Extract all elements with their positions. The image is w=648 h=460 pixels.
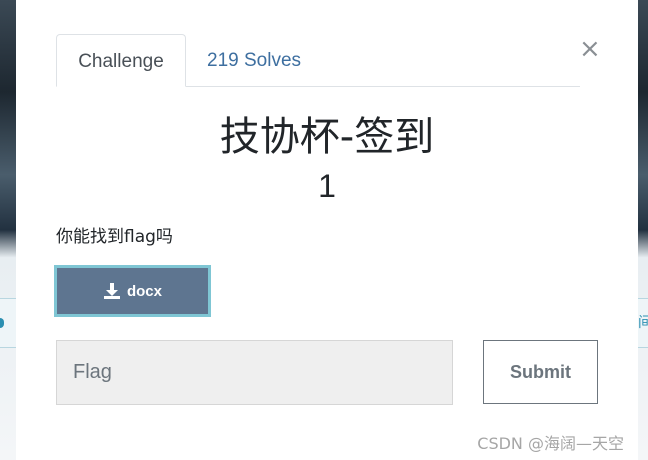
modal-tabs: Challenge 219 Solves [56, 34, 580, 87]
download-file-button[interactable]: docx [54, 265, 211, 317]
challenge-description: 你能找到flag吗 [56, 227, 173, 247]
submit-button[interactable]: Submit [483, 340, 598, 404]
challenge-modal: Challenge 219 Solves × 技协杯-签到 1 你能找到flag… [16, 0, 638, 460]
watermark: CSDN @海阔—天空 [477, 434, 624, 453]
tab-solves[interactable]: 219 Solves [186, 34, 322, 86]
tab-challenge[interactable]: Challenge [56, 34, 186, 87]
background-page-right: 间 [638, 0, 648, 460]
download-icon [103, 283, 120, 299]
challenge-value: 1 [318, 168, 336, 204]
download-file-label: docx [126, 282, 162, 300]
background-page-left [0, 0, 16, 460]
flag-input[interactable] [56, 340, 453, 405]
close-icon[interactable]: × [579, 34, 601, 64]
background-text: 间 [638, 315, 648, 331]
challenge-title: 技协杯-签到 [219, 114, 435, 160]
